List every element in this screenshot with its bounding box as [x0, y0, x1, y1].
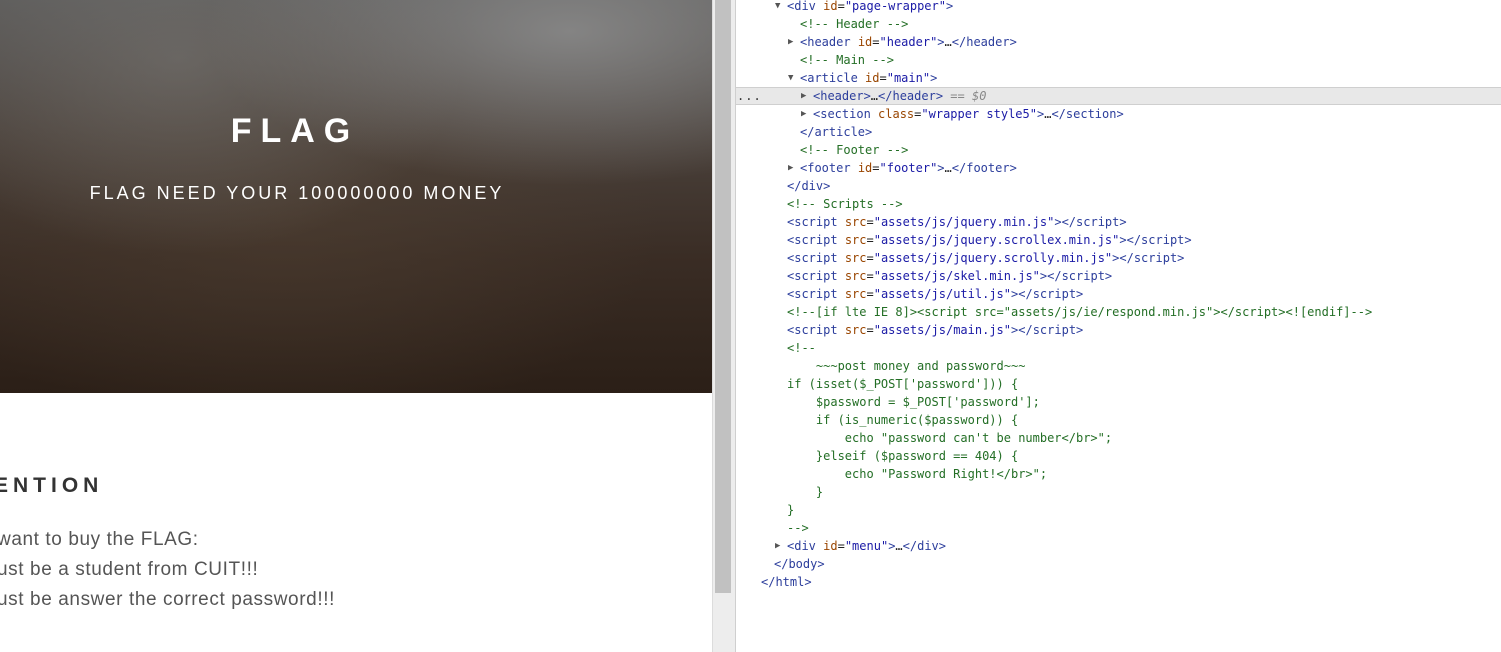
- dom-node-text: <div id="menu">…</div>: [787, 539, 947, 553]
- expand-triangle-right-icon[interactable]: ▶: [788, 33, 793, 51]
- dom-node-line[interactable]: <script src="assets/js/skel.min.js"></sc…: [736, 267, 1501, 285]
- dom-node-line[interactable]: ▶... <header>…</header> == $0: [736, 87, 1501, 105]
- dom-node-line[interactable]: if (is_numeric($password)) {: [736, 411, 1501, 429]
- dom-node-text: <footer id="footer">…</footer>: [800, 161, 1017, 175]
- hero-banner: FLAG FLAG NEED YOUR 100000000 MONEY: [0, 0, 712, 393]
- dom-node-line[interactable]: <!-- Footer -->: [736, 141, 1501, 159]
- page-scrollbar-thumb[interactable]: [715, 0, 731, 593]
- dom-node-line[interactable]: echo "password can't be number</br>";: [736, 429, 1501, 447]
- dom-node-line[interactable]: if (isset($_POST['password'])) {: [736, 375, 1501, 393]
- dom-node-text: <!-- Header -->: [800, 17, 909, 31]
- dom-node-text: <article id="main">: [800, 71, 938, 85]
- dom-node-text: <header>…</header> == $0: [813, 89, 987, 103]
- dom-node-text: <!-- Footer -->: [800, 143, 909, 157]
- dom-node-text: </body>: [774, 557, 825, 571]
- dom-node-line[interactable]: <!-- Scripts -->: [736, 195, 1501, 213]
- dom-node-line[interactable]: -->: [736, 519, 1501, 537]
- dom-node-text: <!--: [787, 341, 816, 355]
- dom-node-line[interactable]: <script src="assets/js/jquery.scrollex.m…: [736, 231, 1501, 249]
- dom-node-line[interactable]: </article>: [736, 123, 1501, 141]
- dom-node-line[interactable]: </html>: [736, 573, 1501, 591]
- dom-node-text: <header id="header">…</header>: [800, 35, 1017, 49]
- dom-node-text: <script src="assets/js/jquery.scrolly.mi…: [787, 251, 1185, 265]
- dom-node-text: <script src="assets/js/main.js"></script…: [787, 323, 1084, 337]
- dom-node-line[interactable]: $password = $_POST['password'];: [736, 393, 1501, 411]
- dom-node-line[interactable]: ▶ <footer id="footer">…</footer>: [736, 159, 1501, 177]
- expand-triangle-down-icon[interactable]: ▼: [775, 0, 780, 15]
- dom-node-line[interactable]: <script src="assets/js/main.js"></script…: [736, 321, 1501, 339]
- dom-node-text: ~~~post money and password~~~: [787, 359, 1026, 373]
- expand-triangle-right-icon[interactable]: ▶: [775, 537, 780, 555]
- dom-node-text: echo "password can't be number</br>";: [787, 431, 1113, 445]
- dom-node-text: <div id="page-wrapper">: [787, 0, 954, 13]
- dom-node-text: if (is_numeric($password)) {: [787, 413, 1019, 427]
- expand-triangle-right-icon[interactable]: ▶: [801, 105, 806, 123]
- dom-node-text: <script src="assets/js/skel.min.js"></sc…: [787, 269, 1113, 283]
- dom-node-line[interactable]: <!--: [736, 339, 1501, 357]
- dom-node-line[interactable]: </div>: [736, 177, 1501, 195]
- devtools-elements-panel: ▼ <div id="page-wrapper"> <!-- Header --> ▶…: [735, 0, 1501, 652]
- dom-node-line[interactable]: echo "Password Right!</br>";: [736, 465, 1501, 483]
- dom-node-line[interactable]: <!--[if lte IE 8]><script src="assets/js…: [736, 303, 1501, 321]
- dom-node-text: -->: [787, 521, 809, 535]
- dom-node-text: }elseif ($password == 404) {: [787, 449, 1019, 463]
- dom-node-line[interactable]: ▶ <header id="header">…</header>: [736, 33, 1501, 51]
- dom-node-line[interactable]: }elseif ($password == 404) {: [736, 447, 1501, 465]
- dom-node-line[interactable]: <script src="assets/js/jquery.min.js"></…: [736, 213, 1501, 231]
- dom-node-line[interactable]: }: [736, 483, 1501, 501]
- dom-node-text: </html>: [761, 575, 812, 589]
- dom-node-line[interactable]: ▼ <div id="page-wrapper">: [736, 0, 1501, 15]
- dom-node-line[interactable]: <!-- Main -->: [736, 51, 1501, 69]
- dom-node-line[interactable]: ▶ <section class="wrapper style5">…</sect…: [736, 105, 1501, 123]
- dom-node-text: <!-- Main -->: [800, 53, 894, 67]
- dom-node-line[interactable]: <script src="assets/js/util.js"></script…: [736, 285, 1501, 303]
- expand-triangle-right-icon[interactable]: ▶: [801, 88, 806, 104]
- banner-title: FLAG: [230, 112, 360, 150]
- dom-node-text: </div>: [787, 179, 831, 193]
- dom-node-text: $password = $_POST['password'];: [787, 395, 1040, 409]
- dom-node-text: if (isset($_POST['password'])) {: [787, 377, 1019, 391]
- dom-node-text: <script src="assets/js/jquery.min.js"></…: [787, 215, 1127, 229]
- body-text-line: want to buy the FLAG:: [0, 529, 199, 550]
- dom-node-line[interactable]: ~~~post money and password~~~: [736, 357, 1501, 375]
- dom-node-line[interactable]: }: [736, 501, 1501, 519]
- banner-subtitle: FLAG NEED YOUR 100000000 MONEY: [89, 183, 505, 203]
- dom-node-text: <script src="assets/js/jquery.scrollex.m…: [787, 233, 1192, 247]
- dom-node-line[interactable]: <script src="assets/js/jquery.scrolly.mi…: [736, 249, 1501, 267]
- dom-node-text: }: [787, 485, 824, 499]
- dom-node-text: }: [787, 503, 795, 517]
- dom-node-text: echo "Password Right!</br>";: [787, 467, 1048, 481]
- selected-node-ellipsis[interactable]: ...: [737, 88, 762, 104]
- dom-node-text: <!-- Scripts -->: [787, 197, 903, 211]
- body-text-line: ust be answer the correct password!!!: [0, 589, 335, 610]
- body-text-line: ust be a student from CUIT!!!: [0, 559, 259, 580]
- expand-triangle-right-icon[interactable]: ▶: [788, 159, 793, 177]
- dom-node-text: <!--[if lte IE 8]><script src="assets/js…: [787, 305, 1373, 319]
- dom-node-text: </article>: [800, 125, 873, 139]
- dom-node-text: <script src="assets/js/util.js"></script…: [787, 287, 1084, 301]
- dom-node-line[interactable]: <!-- Header -->: [736, 15, 1501, 33]
- dom-node-line[interactable]: </body>: [736, 555, 1501, 573]
- section-heading: ENTION: [0, 474, 104, 497]
- dom-node-text: <section class="wrapper style5">…</secti…: [813, 107, 1124, 121]
- web-page-viewport: FLAG FLAG NEED YOUR 100000000 MONEY ENTI…: [0, 0, 712, 652]
- dom-node-line[interactable]: ▼ <article id="main">: [736, 69, 1501, 87]
- expand-triangle-down-icon[interactable]: ▼: [788, 69, 793, 87]
- dom-node-line[interactable]: ▶ <div id="menu">…</div>: [736, 537, 1501, 555]
